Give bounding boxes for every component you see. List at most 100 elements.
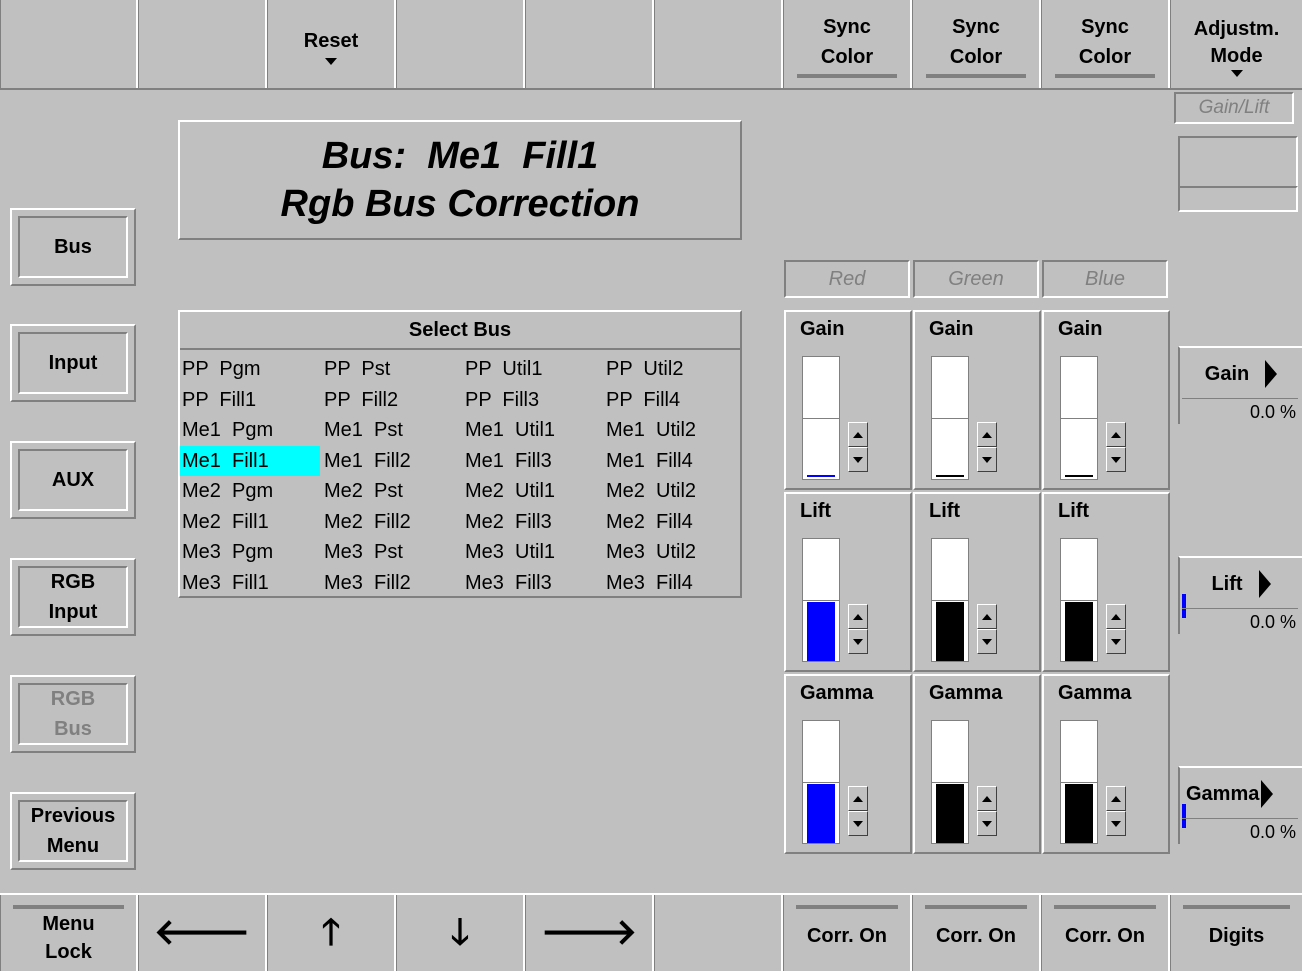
gamma-adjust-button[interactable]: Gamma 0.0 % <box>1178 766 1302 844</box>
previous-menu-button[interactable]: Previous Menu <box>10 792 136 870</box>
top-key-4[interactable] <box>396 0 525 90</box>
corr-on-green-button[interactable]: Corr. On <box>912 895 1041 971</box>
decrement-button[interactable] <box>977 811 997 836</box>
green-gamma-slider[interactable] <box>931 720 969 844</box>
bus-option[interactable]: PP Util1 <box>463 354 603 384</box>
bus-option[interactable]: Me2 Util2 <box>604 476 744 506</box>
sync-color-red-button[interactable]: Sync Color <box>783 0 912 90</box>
blue-gamma-slider[interactable] <box>1060 720 1098 844</box>
bottom-key-6[interactable] <box>654 895 783 971</box>
digits-button[interactable]: Digits <box>1170 895 1302 971</box>
bus-option[interactable]: PP Pgm <box>180 354 320 384</box>
bus-option[interactable]: Me3 Fill1 <box>180 568 320 598</box>
bus-option[interactable]: Me1 Fill3 <box>463 446 603 476</box>
green-lift-slider[interactable] <box>931 538 969 662</box>
increment-button[interactable] <box>848 604 868 629</box>
bus-option[interactable]: Me2 Pst <box>322 476 462 506</box>
increment-button[interactable] <box>1106 604 1126 629</box>
nav-right-button[interactable]: 🡒 <box>525 895 654 971</box>
nav-left-button[interactable]: 🡐 <box>138 895 267 971</box>
bus-option[interactable]: Me2 Fill1 <box>180 507 320 537</box>
decrement-button[interactable] <box>1106 629 1126 654</box>
bus-option[interactable]: Me3 Fill4 <box>604 568 744 598</box>
bus-option[interactable]: Me3 Pgm <box>180 537 320 567</box>
nav-down-button[interactable]: 🡓 <box>396 895 525 971</box>
red-label: Red <box>828 267 866 290</box>
bus-button[interactable]: Bus <box>10 208 136 286</box>
lift-adjust-button[interactable]: Lift 0.0 % <box>1178 556 1302 634</box>
decrement-button[interactable] <box>1106 447 1126 472</box>
corr-on-blue-button[interactable]: Corr. On <box>1041 895 1170 971</box>
gain-adjust-button[interactable]: Gain 0.0 % <box>1178 346 1302 424</box>
bus-option[interactable]: PP Fill1 <box>180 385 320 415</box>
menu-lock-button[interactable]: Menu Lock <box>0 895 138 971</box>
increment-button[interactable] <box>848 786 868 811</box>
menu-label: Menu <box>46 835 100 857</box>
aux-button[interactable]: AUX <box>10 441 136 519</box>
slider-midline <box>932 782 968 783</box>
sync-color-green-button[interactable]: Sync Color <box>912 0 1041 90</box>
gamma-value: 0.0 % <box>1182 818 1298 844</box>
bus-option[interactable]: PP Fill4 <box>604 385 744 415</box>
rgb-bus-button[interactable]: RGB Bus <box>10 675 136 753</box>
sync-label: Sync <box>952 16 1000 38</box>
bus-option[interactable]: Me2 Fill2 <box>322 507 462 537</box>
nav-up-button[interactable]: 🡑 <box>267 895 396 971</box>
blue-gain-slider[interactable] <box>1060 356 1098 480</box>
blue-lift-slider[interactable] <box>1060 538 1098 662</box>
top-key-2[interactable] <box>138 0 267 90</box>
red-gain-slider[interactable] <box>802 356 840 480</box>
sync-color-blue-button[interactable]: Sync Color <box>1041 0 1170 90</box>
corr-on-red-button[interactable]: Corr. On <box>783 895 912 971</box>
top-key-5[interactable] <box>525 0 654 90</box>
bus-option[interactable]: Me3 Util1 <box>463 537 603 567</box>
decrement-button[interactable] <box>977 629 997 654</box>
decrement-button[interactable] <box>848 629 868 654</box>
bus-option[interactable]: Me1 Util1 <box>463 415 603 445</box>
bus-option[interactable]: Me2 Pgm <box>180 476 320 506</box>
input-button[interactable]: Input <box>10 324 136 402</box>
bus-option[interactable]: Me1 Util2 <box>604 415 744 445</box>
bus-option[interactable]: Me2 Util1 <box>463 476 603 506</box>
select-bus-label: Select Bus <box>408 318 512 341</box>
top-key-6[interactable] <box>654 0 783 90</box>
adjustment-mode-button[interactable]: Adjustm. Mode <box>1170 0 1302 90</box>
slider-midline <box>1061 600 1097 601</box>
bus-option[interactable]: Me1 Pst <box>322 415 462 445</box>
bus-option[interactable]: Me1 Fill1 <box>180 445 320 476</box>
increment-button[interactable] <box>1106 422 1126 447</box>
bottom-softkey-bar: Menu Lock 🡐 🡑 🡓 🡒 Corr. On Corr. On Corr… <box>0 893 1302 971</box>
bus-option[interactable]: Me1 Fill2 <box>322 446 462 476</box>
increment-button[interactable] <box>977 604 997 629</box>
bus-option[interactable]: Me3 Fill3 <box>463 568 603 598</box>
slider-fill <box>807 602 835 661</box>
bus-option[interactable]: PP Fill3 <box>463 385 603 415</box>
bus-option[interactable]: Me2 Fill4 <box>604 507 744 537</box>
bus-option[interactable]: Me1 Fill4 <box>604 446 744 476</box>
gain-label: Gain <box>929 318 974 340</box>
reset-button[interactable]: Reset <box>267 0 396 90</box>
decrement-button[interactable] <box>1106 811 1126 836</box>
decrement-button[interactable] <box>977 447 997 472</box>
increment-button[interactable] <box>977 422 997 447</box>
decrement-button[interactable] <box>848 811 868 836</box>
bus-option[interactable]: Me2 Fill3 <box>463 507 603 537</box>
red-lift-slider[interactable] <box>802 538 840 662</box>
green-label: Green <box>948 267 1004 290</box>
bus-option[interactable]: Me1 Pgm <box>180 415 320 445</box>
bus-option[interactable]: Me3 Pst <box>322 537 462 567</box>
increment-button[interactable] <box>848 422 868 447</box>
green-gain-slider[interactable] <box>931 356 969 480</box>
increment-button[interactable] <box>977 786 997 811</box>
bus-option[interactable]: Me3 Util2 <box>604 537 744 567</box>
bus-option[interactable]: PP Fill2 <box>322 385 462 415</box>
bus-option[interactable]: Me3 Fill2 <box>322 568 462 598</box>
arrow-up-icon <box>982 795 992 802</box>
red-gamma-slider[interactable] <box>802 720 840 844</box>
top-key-1[interactable] <box>0 0 138 90</box>
rgb-input-button[interactable]: RGB Input <box>10 558 136 636</box>
decrement-button[interactable] <box>848 447 868 472</box>
increment-button[interactable] <box>1106 786 1126 811</box>
bus-option[interactable]: PP Util2 <box>604 354 744 384</box>
bus-option[interactable]: PP Pst <box>322 354 462 384</box>
